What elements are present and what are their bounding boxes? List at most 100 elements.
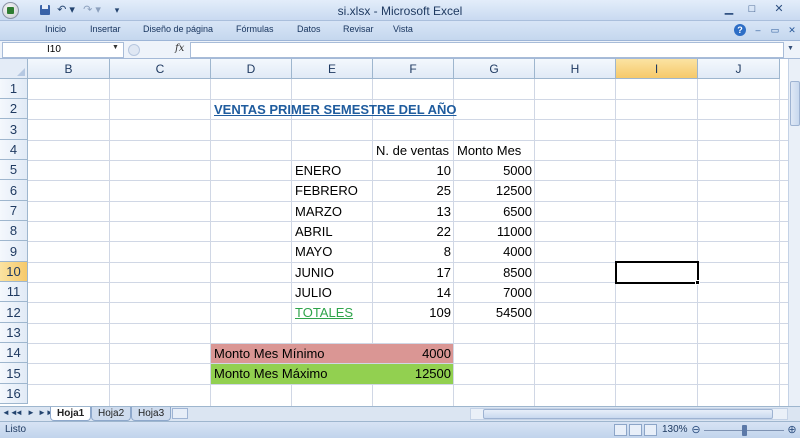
first-sheet-icon[interactable]: ◄◄	[2, 408, 18, 417]
cell-monto[interactable]: 12500	[454, 180, 535, 201]
next-sheet-icon[interactable]: ►	[26, 408, 36, 417]
cell-ventas[interactable]: 25	[373, 180, 454, 201]
row-header-selected[interactable]: 10	[0, 262, 28, 282]
column-header[interactable]: H	[535, 59, 616, 79]
zoom-out-icon[interactable]: ⊖	[690, 423, 702, 436]
vertical-scrollbar-thumb[interactable]	[790, 81, 800, 126]
sheet-title-cell[interactable]: VENTAS PRIMER SEMESTRE DEL AÑO	[211, 99, 459, 119]
cell-mes[interactable]: FEBRERO	[292, 180, 361, 201]
row-header[interactable]: 15	[0, 363, 28, 384]
row-header[interactable]: 9	[0, 241, 28, 262]
close-workbook-button[interactable]: ✕	[786, 24, 798, 36]
row-header[interactable]: 2	[0, 99, 28, 119]
zoom-slider-thumb[interactable]	[742, 425, 747, 436]
cell-ventas[interactable]: 8	[373, 241, 454, 262]
cell-monto[interactable]: 7000	[454, 282, 535, 302]
column-header[interactable]: D	[211, 59, 292, 79]
prev-sheet-icon[interactable]: ◄	[14, 408, 24, 417]
cell-monto[interactable]: 5000	[454, 160, 535, 180]
cell-monto[interactable]: 4000	[454, 241, 535, 262]
column-header[interactable]: F	[373, 59, 454, 79]
cell-mes[interactable]: MARZO	[292, 201, 345, 221]
sheet-tab-hoja3[interactable]: Hoja3	[131, 407, 172, 421]
tab-inicio[interactable]: Inicio	[45, 24, 66, 34]
row-header[interactable]: 6	[0, 180, 28, 201]
tab-revisar[interactable]: Revisar	[343, 24, 374, 34]
column-header[interactable]: B	[28, 59, 110, 79]
zoom-level[interactable]: 130%	[662, 424, 688, 435]
chevron-down-icon[interactable]: ▼	[112, 44, 119, 51]
row-header[interactable]: 13	[0, 323, 28, 343]
vertical-scrollbar[interactable]	[788, 59, 800, 406]
column-header[interactable]: J	[698, 59, 780, 79]
maximize-window-button[interactable]: □	[741, 1, 763, 17]
row-header[interactable]: 1	[0, 79, 28, 99]
tab-datos[interactable]: Datos	[297, 24, 321, 34]
row-header[interactable]: 8	[0, 221, 28, 241]
totals-label: TOTALES	[295, 305, 354, 320]
row-header[interactable]: 16	[0, 384, 28, 404]
min-value[interactable]: 4000	[373, 343, 454, 363]
cell-monto[interactable]: 8500	[454, 262, 535, 282]
select-all-button[interactable]	[0, 59, 28, 79]
cell-mes[interactable]: ENERO	[292, 160, 344, 180]
minimize-workbook-button[interactable]: –	[752, 24, 764, 36]
cell-ventas[interactable]: 17	[373, 262, 454, 282]
totals-label-cell[interactable]: TOTALES	[292, 302, 356, 323]
formula-input[interactable]	[190, 42, 784, 58]
row-header[interactable]: 3	[0, 119, 28, 140]
tab-diseno-pagina[interactable]: Diseño de página	[143, 24, 213, 34]
help-icon[interactable]: ?	[734, 24, 746, 36]
column-header[interactable]: G	[454, 59, 535, 79]
insert-function-icon[interactable]: fx	[175, 43, 184, 54]
max-value[interactable]: 12500	[373, 363, 454, 384]
min-label[interactable]: Monto Mes Mínimo	[211, 343, 328, 363]
tab-formulas[interactable]: Fórmulas	[236, 24, 274, 34]
horizontal-scrollbar[interactable]	[470, 408, 788, 420]
column-header[interactable]: C	[110, 59, 211, 79]
cell-ventas[interactable]: 14	[373, 282, 454, 302]
close-window-button[interactable]: ✕	[764, 1, 794, 17]
page-layout-view-icon[interactable]	[629, 424, 642, 436]
cell-mes[interactable]: MAYO	[292, 241, 335, 262]
cell-mes[interactable]: JULIO	[292, 282, 335, 302]
tab-vista[interactable]: Vista	[393, 24, 413, 34]
row-header[interactable]: 5	[0, 160, 28, 180]
cell-ventas[interactable]: 22	[373, 221, 454, 241]
name-box[interactable]: I10	[2, 42, 124, 58]
row-header[interactable]: 7	[0, 201, 28, 221]
horizontal-scrollbar-thumb[interactable]	[483, 409, 773, 419]
cell-ventas[interactable]: 10	[373, 160, 454, 180]
cell-ventas[interactable]: 13	[373, 201, 454, 221]
cell-mes[interactable]: JUNIO	[292, 262, 337, 282]
column-header[interactable]: E	[292, 59, 373, 79]
row-header[interactable]: 14	[0, 343, 28, 363]
totals-ventas[interactable]: 109	[373, 302, 454, 323]
header-monto[interactable]: Monto Mes	[454, 140, 524, 160]
fill-handle[interactable]	[695, 280, 700, 285]
column-header-selected[interactable]: I	[616, 59, 698, 79]
page-break-view-icon[interactable]	[644, 424, 657, 436]
totals-monto[interactable]: 54500	[454, 302, 535, 323]
row-header[interactable]: 12	[0, 302, 28, 323]
cell-mes[interactable]: ABRIL	[292, 221, 336, 241]
sheet-tab-hoja2[interactable]: Hoja2	[91, 407, 132, 421]
active-cell[interactable]	[615, 261, 699, 284]
tab-insertar[interactable]: Insertar	[90, 24, 121, 34]
sheet-tab-hoja1[interactable]: Hoja1	[50, 407, 92, 421]
expand-formula-bar-icon[interactable]: ▼	[787, 45, 794, 52]
row-header[interactable]: 11	[0, 282, 28, 302]
minimize-window-button[interactable]: ▁	[718, 1, 740, 17]
max-label[interactable]: Monto Mes Máximo	[211, 363, 330, 384]
row-header[interactable]: 4	[0, 140, 28, 160]
last-sheet-icon[interactable]: ►►	[38, 408, 54, 417]
zoom-in-icon[interactable]: ⊕	[786, 423, 798, 436]
cell-monto[interactable]: 11000	[454, 221, 535, 241]
formula-bar-handle-icon[interactable]	[128, 44, 140, 56]
insert-sheet-icon[interactable]	[172, 408, 188, 419]
normal-view-icon[interactable]	[614, 424, 627, 436]
restore-workbook-button[interactable]: ▭	[769, 24, 781, 36]
cell-monto[interactable]: 6500	[454, 201, 535, 221]
header-ventas[interactable]: N. de ventas	[373, 140, 452, 160]
worksheet-grid[interactable]: B C D E F G H I J 1 2 3 4 5 6 7 8 9 10 1…	[0, 59, 800, 406]
